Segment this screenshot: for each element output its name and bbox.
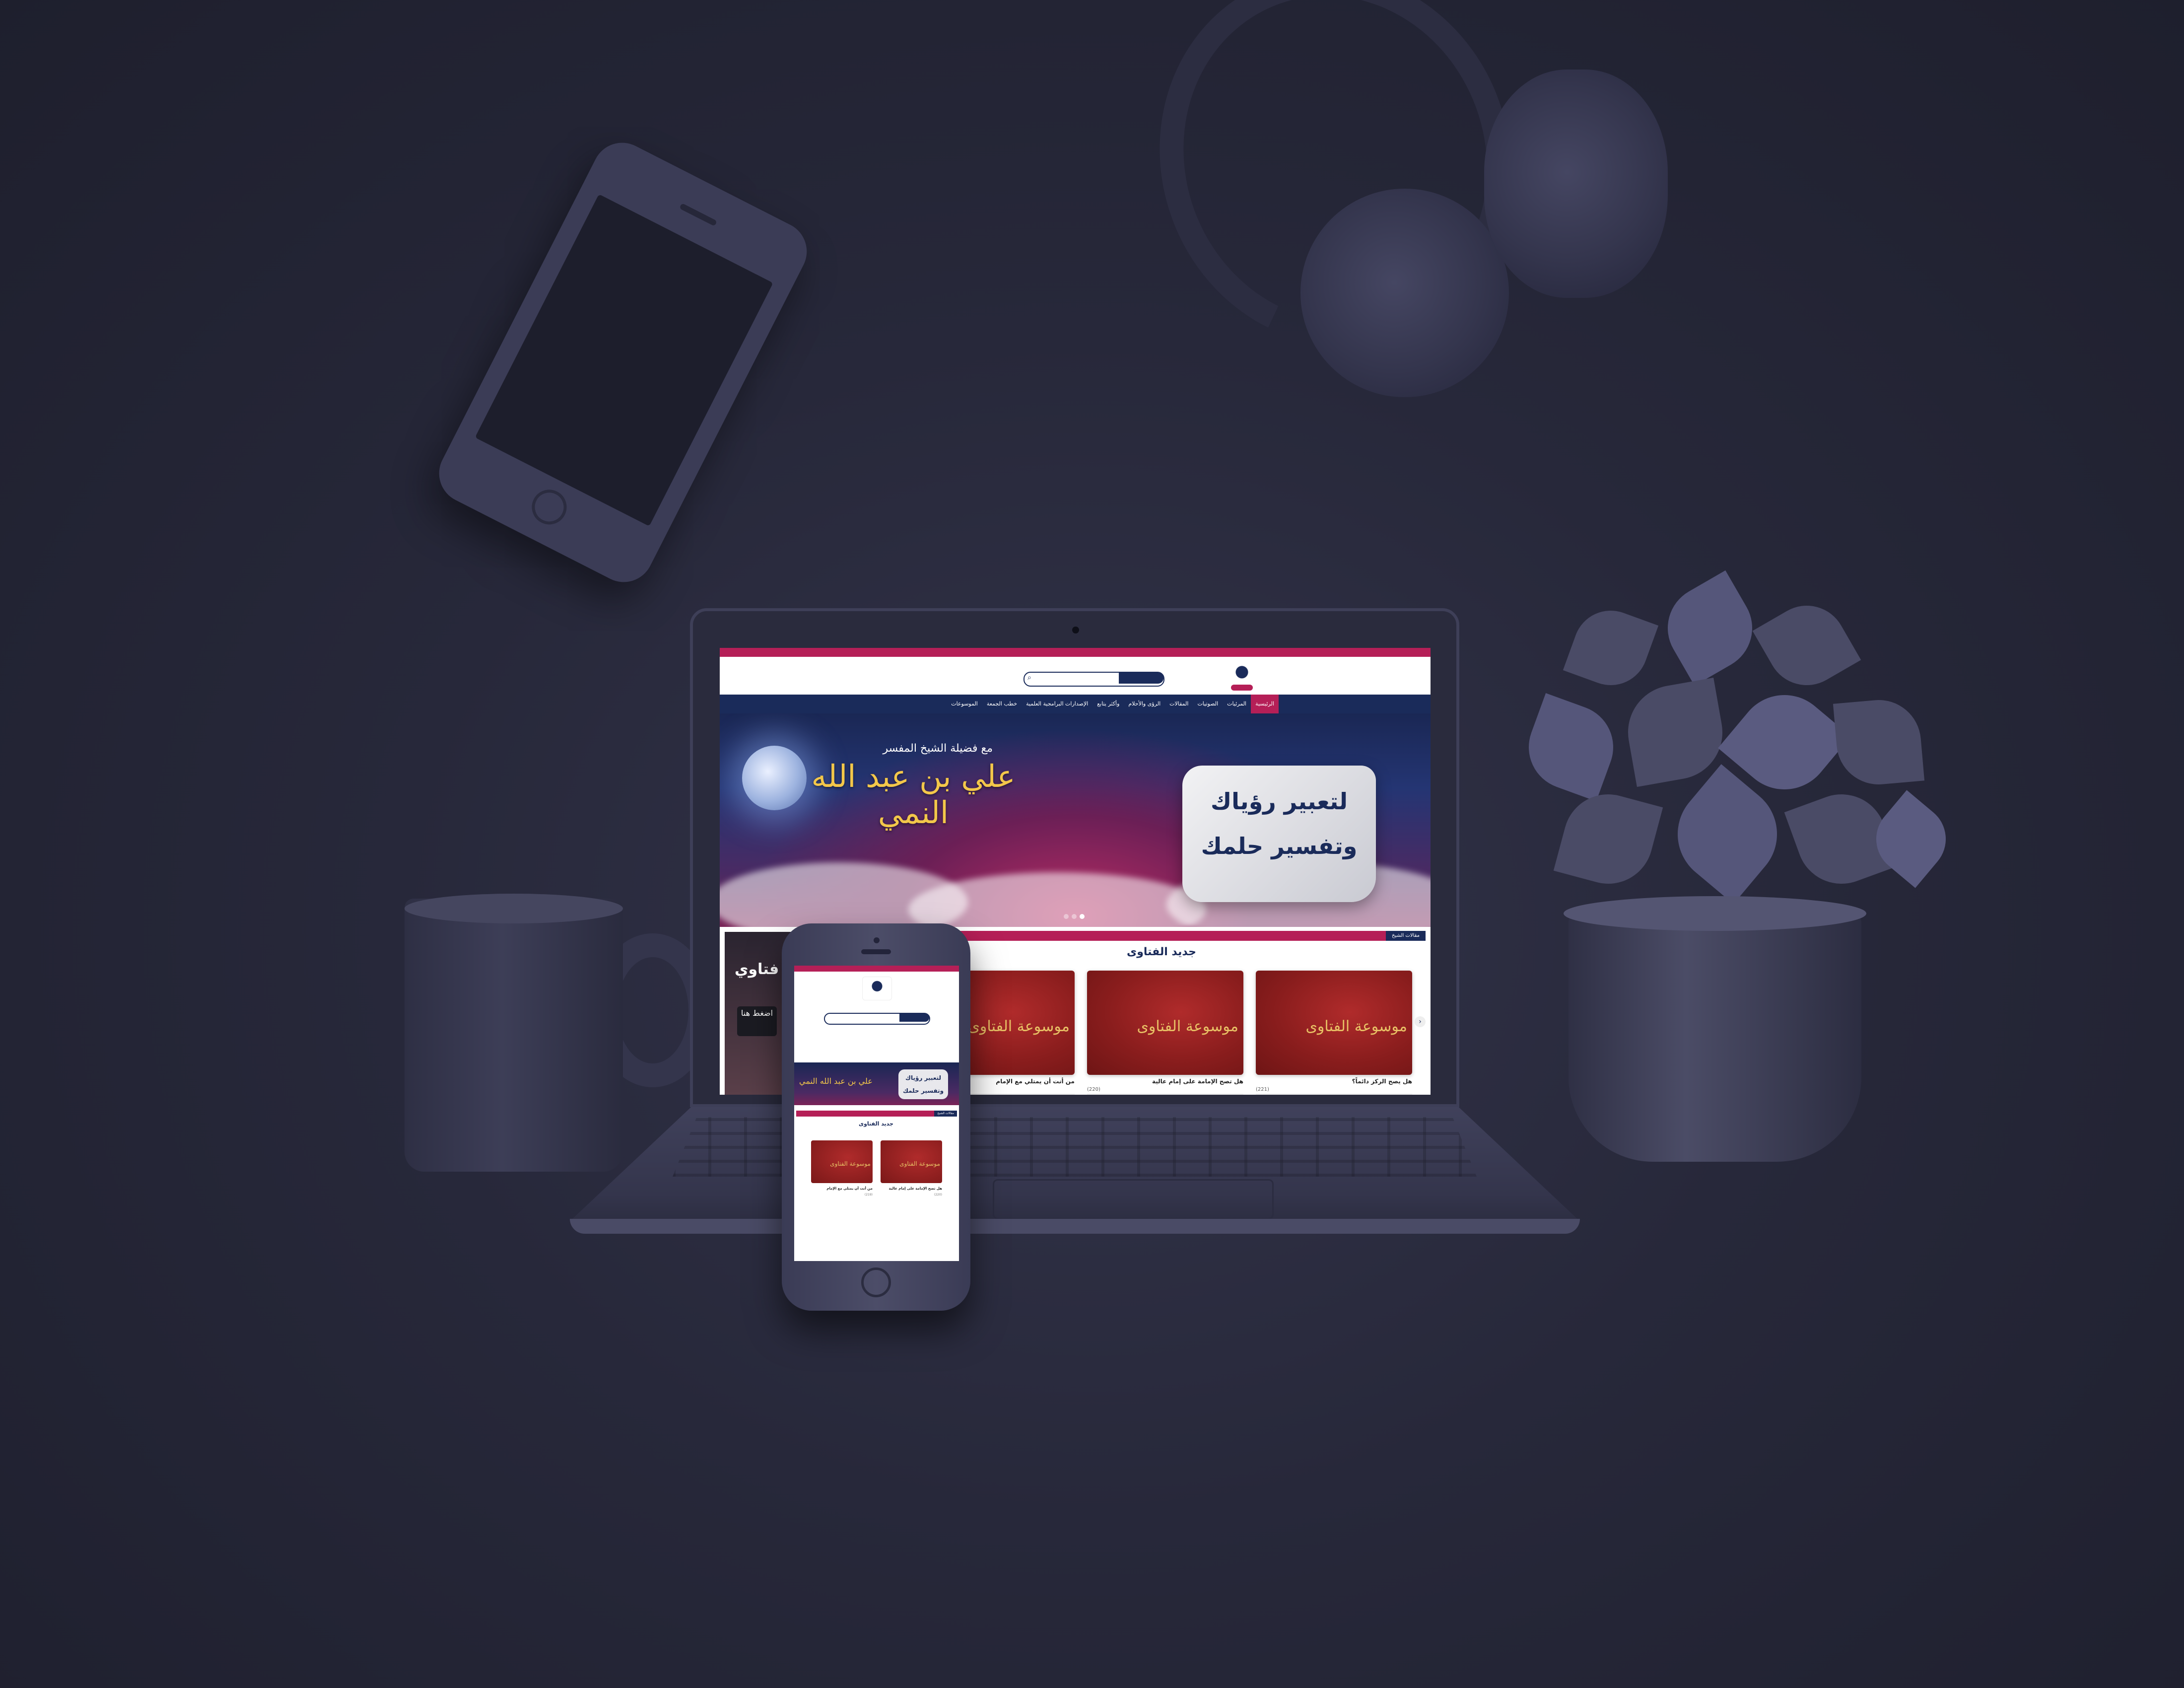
hero-calligraphy: علي بن عبد الله النمي	[811, 758, 1016, 831]
search-box[interactable]: ⌕	[1024, 672, 1164, 687]
slider-dots	[1062, 912, 1086, 921]
nav-item-dreams[interactable]: الرؤى والأحلام	[1124, 695, 1165, 713]
mobile-section-tag[interactable]: مقالات الشيخ	[934, 1111, 957, 1117]
card-calligraphy: موسوعة الفتاوى	[1305, 1018, 1407, 1035]
mobile-search-button[interactable]	[899, 1014, 929, 1022]
nav-item-videos[interactable]: المرئيات	[1223, 695, 1251, 713]
floating-phone	[429, 132, 817, 593]
slider-dot[interactable]	[1072, 914, 1077, 919]
site-logo-badge	[1231, 685, 1253, 691]
section-title: جديد الفتاوى	[1127, 946, 1196, 958]
mobile-site-logo[interactable]	[862, 977, 892, 1000]
card-caption[interactable]: هل تصح الإمامة على إمام عالية	[1087, 1078, 1243, 1085]
mobile-card-caption[interactable]: من أنت أن يمتلي مع الإمام	[811, 1187, 873, 1191]
phone-screen-website: علي بن عبد الله النمي لتعبير رؤياك وتفسي…	[794, 966, 959, 1261]
plant-pot-rim	[1564, 896, 1866, 931]
mobile-section-bar: مقالات الشيخ	[796, 1111, 957, 1117]
top-bar	[720, 648, 1431, 657]
nav-item-home[interactable]: الرئيسية	[1251, 695, 1279, 713]
mobile-search-box[interactable]	[824, 1013, 930, 1025]
fatwa-card[interactable]: موسوعة الفتاوى	[1087, 971, 1243, 1075]
plant-pot	[1569, 909, 1861, 1162]
nav-item-sermons[interactable]: خطب الجمعة	[982, 695, 1022, 713]
mobile-card-calligraphy: موسوعة الفتاوى	[830, 1160, 871, 1167]
card-calligraphy: موسوعة الفتاوى	[1137, 1018, 1238, 1035]
side-banner-button[interactable]: اضغط هنا	[737, 1006, 777, 1036]
hero-pillow-line1: لتعبير رؤياك	[1211, 788, 1348, 815]
laptop-camera	[1072, 627, 1079, 633]
mug-rim	[405, 894, 623, 923]
mobile-pillow-line1: لتعبير رؤياك	[905, 1074, 941, 1081]
mobile-hero-calligraphy: علي بن عبد الله النمي	[799, 1076, 873, 1086]
search-button[interactable]	[1119, 673, 1163, 684]
slider-dot-active[interactable]	[1080, 914, 1085, 919]
search-icon[interactable]: ⌕	[1027, 674, 1031, 682]
laptop-base-edge	[570, 1219, 1580, 1234]
hero-pillow: لتعبير رؤياك وتفسير حلمك	[1182, 766, 1376, 902]
nav-item-more[interactable]: وأكثر يتابع	[1092, 695, 1124, 713]
mug	[405, 899, 623, 1172]
phone-speaker	[861, 949, 891, 954]
hero-subtitle: مع فضيلة الشيخ المفسر	[883, 742, 993, 755]
nav-item-audios[interactable]: الصوتيات	[1193, 695, 1223, 713]
phone-speaker	[679, 203, 717, 226]
mobile-fatwa-card[interactable]: موسوعة الفتاوى	[881, 1140, 942, 1183]
mobile-card-number: (220)	[934, 1193, 942, 1196]
headphones-right-cup	[1484, 70, 1668, 298]
nav-item-encyclopedias[interactable]: الموسوعات	[947, 695, 982, 713]
section-tag[interactable]: مقالات الشيخ	[1386, 931, 1426, 941]
mobile-hero-pillow: لتعبير رؤياك وتفسير حلمك	[898, 1069, 948, 1099]
mobile-pillow-line2: وتفسير حلمك	[902, 1087, 944, 1094]
card-number: (221)	[1256, 1087, 1412, 1094]
mobile-section-title: جديد الفتاوى	[859, 1121, 893, 1127]
mobile-fatwa-card[interactable]: موسوعة الفتاوى	[811, 1140, 873, 1183]
slider-dot[interactable]	[1064, 914, 1069, 919]
side-banner-text: فتاوي	[735, 961, 779, 978]
hero-slider[interactable]: مع فضيلة الشيخ المفسر علي بن عبد الله ال…	[720, 713, 1431, 927]
phone-camera	[874, 937, 880, 943]
site-header: ⌕	[720, 657, 1431, 695]
nav-item-releases[interactable]: الإصدارات البرامجية العلمية	[1022, 695, 1092, 713]
fatwa-card[interactable]: موسوعة الفتاوى	[1256, 971, 1412, 1075]
section-bar: مقالات الشيخ	[903, 931, 1426, 941]
card-caption[interactable]: هل يصح الركز دائماً؟	[1256, 1078, 1412, 1085]
mobile-top-bar	[794, 966, 959, 972]
hero-pillow-line2: وتفسير حلمك	[1201, 833, 1358, 859]
nav-item-articles[interactable]: المقالات	[1165, 695, 1193, 713]
phone-home-button	[526, 484, 573, 531]
mobile-card-calligraphy: موسوعة الفتاوى	[899, 1160, 940, 1167]
mobile-card-caption[interactable]: هل تصح الإمامة على إمام عالية	[881, 1187, 942, 1191]
phone-blank-screen	[475, 194, 773, 527]
mobile-card-number: (219)	[864, 1193, 873, 1196]
mobile-hero[interactable]: علي بن عبد الله النمي لتعبير رؤياك وتفسي…	[794, 1062, 959, 1105]
phone-home-button	[861, 1267, 891, 1297]
main-nav: الرئيسية المرئيات الصوتيات المقالات الرؤ…	[720, 695, 1431, 713]
headphones-left-cup	[1300, 189, 1509, 397]
plant-foliage	[1489, 570, 1961, 933]
laptop-touchpad	[993, 1179, 1274, 1219]
card-number: (220)	[1087, 1087, 1243, 1094]
carousel-next-icon[interactable]: ›	[1415, 1016, 1426, 1027]
